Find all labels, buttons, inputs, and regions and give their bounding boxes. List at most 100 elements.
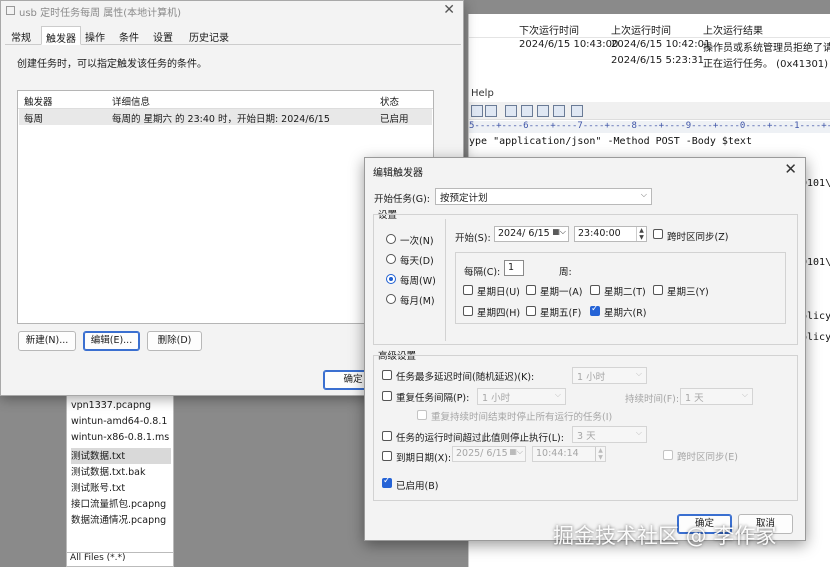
tab-settings[interactable]: 设置 [149,28,177,45]
task-list-header: 下次运行时间 上次运行时间 上次运行结果 [469,20,830,38]
column-header-status[interactable]: 状态 [380,94,399,108]
toolbar-gear-icon[interactable] [485,105,497,117]
table-row[interactable]: 每周 每周的 星期六 的 23:40 时，开始日期: 2024/6/15 已启用 [19,109,432,125]
checkbox-tuesday[interactable] [590,285,600,295]
weekday-label: 星期四(H) [477,308,521,319]
delay-value: 1 小时 [577,372,606,383]
weekday-label: 星期五(F) [540,308,582,319]
delay-checkbox[interactable] [382,370,392,380]
chevron-down-icon: ⌵ [741,390,748,399]
repeat-checkbox[interactable] [382,391,392,401]
stop-if-longer-label: 任务的运行时间超过此值则停止执行(L): [396,433,564,444]
column-header-details[interactable]: 详细信息 [112,94,150,108]
column-header-last-run[interactable]: 上次运行时间 [611,22,671,37]
window-title: usb 定时任务每周 属性(本地计算机) [19,8,182,19]
watermark: 掘金技术社区 @ 李作家 [553,524,777,548]
sync-timezone-checkbox[interactable] [653,229,663,239]
task-list-row[interactable]: 2024/6/15 5:23:31 正在运行任务。 (0x41301) [469,55,830,71]
expire-sync-label: 跨时区同步(E) [677,452,738,463]
duration-label: 持续时间(F): [625,394,680,405]
checkbox-monday[interactable] [526,285,536,295]
time-spinner-icon[interactable]: ▲ ▼ [595,447,605,461]
radio-monthly[interactable] [386,294,396,304]
repeat-interval-value: 1 小时 [482,393,511,404]
list-item-selected[interactable]: 测试数据.txt [71,448,171,464]
tab-conditions[interactable]: 条件 [115,28,143,45]
file-type-filter[interactable]: All Files (*.*) [67,552,173,567]
duration-select[interactable]: 1 天 ⌵ [680,388,753,405]
column-header-trigger[interactable]: 触发器 [24,94,53,108]
list-item[interactable]: 测试账号.txt [71,480,171,496]
toolbar-window-icon[interactable] [553,105,565,117]
stop-at-end-checkbox[interactable] [417,410,427,420]
toolbar-help-icon[interactable] [571,105,583,117]
column-header-last-result[interactable]: 上次运行结果 [703,22,763,37]
weekday-label: 星期一(A) [540,287,583,298]
calendar-icon[interactable]: ▦⌵ [552,227,566,237]
start-date-value: 2024/ 6/15 [498,228,550,239]
start-date-picker[interactable]: 2024/ 6/15 ▦⌵ [494,226,569,242]
list-item[interactable]: wintun-amd64-0.8.1 [71,416,171,432]
weekday-label: 星期三(Y) [667,287,709,298]
toolbar-window-icon[interactable] [505,105,517,117]
expire-sync-checkbox[interactable] [663,450,673,460]
tab-triggers[interactable]: 触发器 [41,26,81,45]
delete-trigger-button[interactable]: 删除(D) [147,331,202,351]
expire-date-picker[interactable]: 2025/ 6/15 ▦⌵ [452,446,526,462]
begin-task-select[interactable]: 按预定计划 ⌵ [435,188,652,205]
checkbox-thursday[interactable] [463,306,473,316]
toolbar-tool-icon[interactable] [471,105,483,117]
calendar-icon[interactable]: ▦⌵ [509,447,523,457]
column-header-next-run[interactable]: 下次运行时间 [519,22,579,37]
radio-daily[interactable] [386,254,396,264]
checkbox-saturday[interactable] [590,304,600,316]
task-list-row[interactable]: 2024/6/15 10:43:00 2024/6/15 10:42:01 操作… [469,39,830,55]
begin-task-label: 开始任务(G): [374,194,430,205]
list-item[interactable]: vpn1337.pcapng [71,400,171,416]
repeat-label: 重复任务间隔(P): [396,393,470,404]
list-item[interactable]: 数据流通情况.pcapng [71,512,171,528]
close-icon[interactable]: ✕ [784,160,797,178]
recur-input[interactable]: 1 [504,260,524,276]
weekday-label: 星期六(R) [604,308,647,319]
close-icon[interactable]: ✕ [443,2,455,18]
dialog-title: 编辑触发器 [373,168,423,179]
checkbox-sunday[interactable] [463,285,473,295]
repeat-interval-select[interactable]: 1 小时 ⌵ [477,388,566,405]
task-last-result: 正在运行任务。 (0x41301) [703,59,829,70]
start-time-input[interactable]: 23:40:00 ▲ ▼ [574,226,647,242]
tab-history[interactable]: 历史记录 [185,28,233,45]
radio-once[interactable] [386,234,396,244]
list-item[interactable]: 测试数据.txt.bak [71,464,171,480]
tab-actions[interactable]: 操作 [81,28,109,45]
chevron-down-icon: ⌵ [635,428,642,437]
task-last-result: 操作员或系统管理员拒绝了请求。 [703,43,830,54]
enabled-checkbox[interactable] [382,476,392,488]
window-titlebar[interactable]: usb 定时任务每周 属性(本地计算机) ✕ [1,1,463,21]
expire-time-input[interactable]: 10:44:14 ▲ ▼ [532,446,606,462]
radio-weekly[interactable] [386,274,396,284]
expire-checkbox[interactable] [382,451,392,461]
tab-bar: 常规 触发器 操作 条件 设置 历史记录 [5,25,461,45]
tab-general[interactable]: 常规 [7,28,35,45]
file-list-panel: vpn1337.pcapng wintun-amd64-0.8.1 wintun… [66,395,174,567]
toolbar-window-icon[interactable] [521,105,533,117]
trigger-status: 已启用 [380,114,409,125]
edit-trigger-button[interactable]: 编辑(E)... [83,331,140,351]
checkbox-wednesday[interactable] [653,285,663,295]
list-item[interactable]: wintun-x86-0.8.1.ms [71,432,171,448]
radio-daily-label: 每天(D) [400,256,434,267]
recur-label: 每隔(C): [464,267,501,278]
checkbox-friday[interactable] [526,306,536,316]
stop-if-longer-select[interactable]: 3 天 ⌵ [572,426,647,443]
new-trigger-button[interactable]: 新建(N)... [18,331,76,351]
toolbar-window-icon[interactable] [537,105,549,117]
delay-select[interactable]: 1 小时 ⌵ [572,367,647,384]
stop-if-longer-checkbox[interactable] [382,431,392,441]
recur-unit-label: 周: [559,267,572,278]
menu-help[interactable]: Help [471,88,494,99]
list-item[interactable]: 接口流量抓包.pcapng [71,496,171,512]
radio-once-label: 一次(N) [400,236,434,247]
time-spinner-icon[interactable]: ▲ ▼ [636,227,646,241]
task-icon [6,6,15,15]
